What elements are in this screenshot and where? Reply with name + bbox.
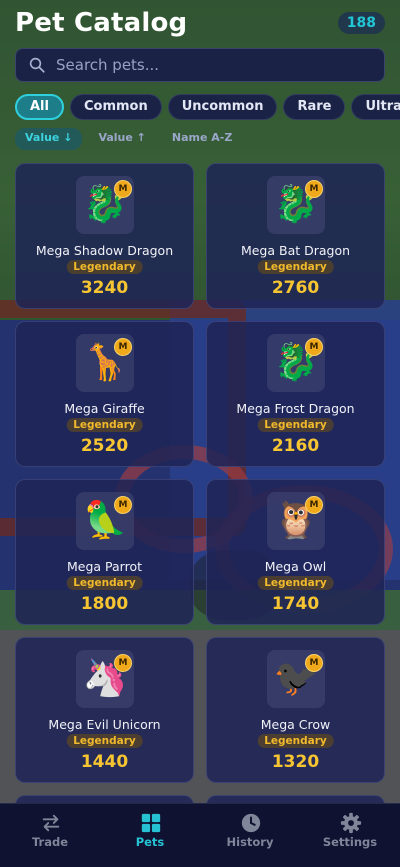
gear-icon [340,812,362,834]
pet-value: 1440 [80,752,129,772]
clock-icon [241,813,261,833]
mega-badge: M [114,338,132,356]
rarity-badge: Legendary [257,418,334,432]
sort-option[interactable]: Value ↑ [88,128,155,150]
pet-value: 1800 [80,594,129,614]
mega-badge: M [305,654,323,672]
mega-badge: M [305,338,323,356]
mega-badge: M [114,180,132,198]
rarity-badge: Legendary [257,734,334,748]
sort-option[interactable]: Name A-Z [162,128,242,150]
pet-name: Mega Parrot [66,559,142,574]
nav-label: Trade [31,835,69,849]
rarity-badge: Legendary [66,576,143,590]
pet-card[interactable]: 🐉 M Mega Shadow Dragon Legendary 3240 [15,163,194,309]
pet-card[interactable]: 🦉 M Mega Owl Legendary 1740 [206,479,385,625]
pet-value: 1740 [271,594,320,614]
pet-name: Mega Crow [260,717,331,732]
rarity-badge: Legendary [257,576,334,590]
header: Pet Catalog 188 [15,6,385,40]
search-input[interactable] [54,55,368,75]
nav-item-settings[interactable]: Settings [300,804,400,867]
pet-card[interactable]: 🦒 M Mega Giraffe Legendary 2520 [15,321,194,467]
nav-label: Pets [135,835,165,849]
pet-card[interactable]: 🦄 M Mega Evil Unicorn Legendary 1440 [15,637,194,783]
mega-badge: M [305,180,323,198]
nav-item-trade[interactable]: Trade [0,804,100,867]
rarity-badge: Legendary [66,260,143,274]
bottom-nav: Trade Pets History Settings [0,803,400,867]
sort-option[interactable]: Value ↓ [15,128,83,150]
nav-item-pets[interactable]: Pets [100,804,200,867]
pet-card[interactable]: 🐉 M Mega Frost Dragon Legendary 2160 [206,321,385,467]
pet-value: 2760 [271,278,320,298]
pet-name: Mega Shadow Dragon [35,243,174,258]
rarity-badge: Legendary [66,734,143,748]
filter-chip-uncommon[interactable]: Uncommon [167,94,278,120]
pet-value: 1320 [271,752,320,772]
filter-chip-common[interactable]: Common [69,94,162,120]
sort-options: Value ↓ Value ↑ Name A-Z [15,128,242,150]
grid-icon [141,813,161,833]
search-icon [29,57,45,73]
rarity-badge: Legendary [257,260,334,274]
rarity-filter-bar: AllCommonUncommonRareUltra-Rare [15,94,400,122]
filter-chip-rare[interactable]: Rare [283,94,346,120]
filter-chip-all[interactable]: All [15,94,64,120]
pet-card[interactable]: 🐉 M Mega Bat Dragon Legendary 2760 [206,163,385,309]
pet-name: Mega Frost Dragon [236,401,355,416]
pet-card[interactable]: 🦜 M Mega Parrot Legendary 1800 [15,479,194,625]
mega-badge: M [305,496,323,514]
pet-name: Mega Giraffe [64,401,145,416]
pet-count-badge: 188 [337,12,385,34]
filter-chip-ultra-rare[interactable]: Ultra-Rare [351,94,400,120]
nav-label: Settings [322,835,378,849]
pet-catalog-app: Pet Catalog 188 AllCommonUncommonRareUlt… [0,0,400,867]
pet-value: 3240 [80,278,129,298]
rarity-badge: Legendary [66,418,143,432]
mega-badge: M [114,654,132,672]
mega-badge: M [114,496,132,514]
search-bar[interactable] [15,48,385,82]
pet-value: 2160 [271,436,320,456]
pet-name: Mega Evil Unicorn [48,717,161,732]
nav-item-history[interactable]: History [200,804,300,867]
nav-label: History [226,835,274,849]
pet-name: Mega Owl [264,559,327,574]
pet-card[interactable]: 🐦‍⬛ M Mega Crow Legendary 1320 [206,637,385,783]
page-title: Pet Catalog [15,8,188,38]
swap-icon [42,814,60,832]
pet-name: Mega Bat Dragon [240,243,351,258]
pet-value: 2520 [80,436,129,456]
